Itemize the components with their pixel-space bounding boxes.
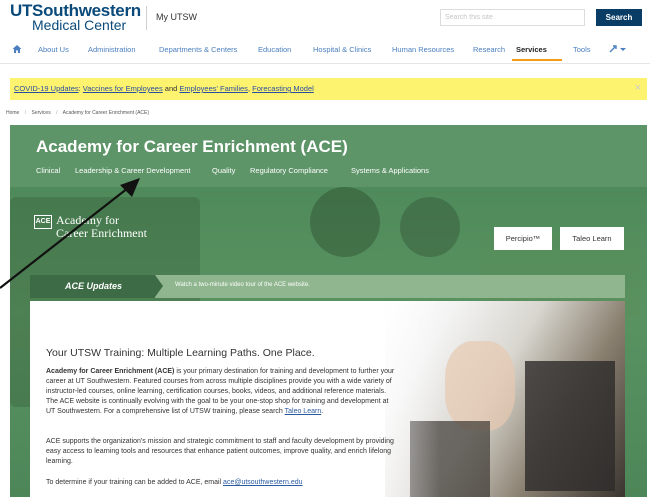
- breadcrumb-separator: /: [24, 110, 27, 116]
- banner-forecasting-link[interactable]: Forecasting Model: [252, 84, 314, 93]
- my-utsw-link[interactable]: My UTSW: [156, 12, 197, 22]
- percipio-button[interactable]: Percipio™: [494, 227, 552, 250]
- intro-text: is your primary destination for training…: [46, 368, 395, 415]
- logo-divider: [146, 6, 147, 30]
- breadcrumb-current: Academy for Career Enrichment (ACE): [62, 110, 150, 116]
- home-icon[interactable]: [12, 44, 22, 54]
- annotation-arrow: [0, 178, 140, 289]
- nav-item-education[interactable]: Education: [258, 45, 291, 54]
- breadcrumb: Home / Services / Academy for Career Enr…: [6, 110, 153, 116]
- banner-vaccines-link[interactable]: Vaccines for Employees: [83, 84, 163, 93]
- breadcrumb-services[interactable]: Services: [32, 110, 51, 116]
- panel-heading: Your UTSW Training: Multiple Learning Pa…: [46, 347, 315, 359]
- banner-covid-link[interactable]: COVID-19 Updates: [14, 84, 79, 93]
- active-nav-underline: [512, 59, 562, 61]
- banner-sep2: and: [162, 84, 180, 93]
- intro-end: .: [321, 408, 324, 415]
- taleo-learn-link[interactable]: Taleo Learn: [285, 408, 322, 415]
- close-icon[interactable]: ×: [635, 82, 641, 94]
- utsw-logo[interactable]: UTSouthwestern Medical Center: [10, 1, 148, 35]
- nav-item-departments[interactable]: Departments & Centers: [159, 45, 237, 54]
- contact-text: To determine if your training can be add…: [46, 479, 224, 486]
- page-title: Academy for Career Enrichment (ACE): [36, 137, 348, 156]
- subnav-regulatory[interactable]: Regulatory Compliance: [250, 166, 328, 175]
- nav-item-about-us[interactable]: About Us: [38, 45, 69, 54]
- ace-updates-message[interactable]: Watch a two-minute video tour of the ACE…: [175, 282, 310, 288]
- logo-line2: Medical Center: [32, 17, 127, 33]
- nav-item-tools[interactable]: Tools: [573, 45, 591, 54]
- breadcrumb-home[interactable]: Home: [6, 110, 19, 116]
- contact-email-link[interactable]: ace@utsouthwestern.edu: [223, 479, 303, 486]
- search-button[interactable]: Search: [596, 9, 642, 26]
- covid-banner: COVID-19 Updates: Vaccines for Employees…: [10, 78, 647, 100]
- site-header: UTSouthwestern Medical Center My UTSW Se…: [0, 0, 650, 36]
- subnav-quality[interactable]: Quality: [212, 166, 235, 175]
- nav-item-research[interactable]: Research: [473, 45, 505, 54]
- content-panel: Your UTSW Training: Multiple Learning Pa…: [30, 301, 625, 497]
- tools-menu-icon[interactable]: [608, 44, 628, 54]
- banner-text: COVID-19 Updates: Vaccines for Employees…: [14, 84, 314, 93]
- subnav-systems[interactable]: Systems & Applications: [351, 166, 429, 175]
- taleo-learn-button[interactable]: Taleo Learn: [560, 227, 624, 250]
- banner-families-link[interactable]: Employees' Families: [179, 84, 248, 93]
- contact-paragraph: To determine if your training can be add…: [46, 478, 396, 488]
- nav-item-human-resources[interactable]: Human Resources: [392, 45, 454, 54]
- intro-paragraph: Academy for Career Enrichment (ACE) is y…: [46, 367, 396, 417]
- breadcrumb-separator: /: [56, 110, 58, 116]
- nav-item-administration[interactable]: Administration: [88, 45, 136, 54]
- main-nav: About Us Administration Departments & Ce…: [0, 36, 650, 64]
- intro-bold: Academy for Career Enrichment (ACE): [46, 368, 175, 375]
- nav-item-hospital-clinics[interactable]: Hospital & Clinics: [313, 45, 371, 54]
- nav-item-services[interactable]: Services: [516, 45, 547, 54]
- mission-paragraph: ACE supports the organization's mission …: [46, 438, 394, 465]
- search-input[interactable]: [440, 9, 585, 26]
